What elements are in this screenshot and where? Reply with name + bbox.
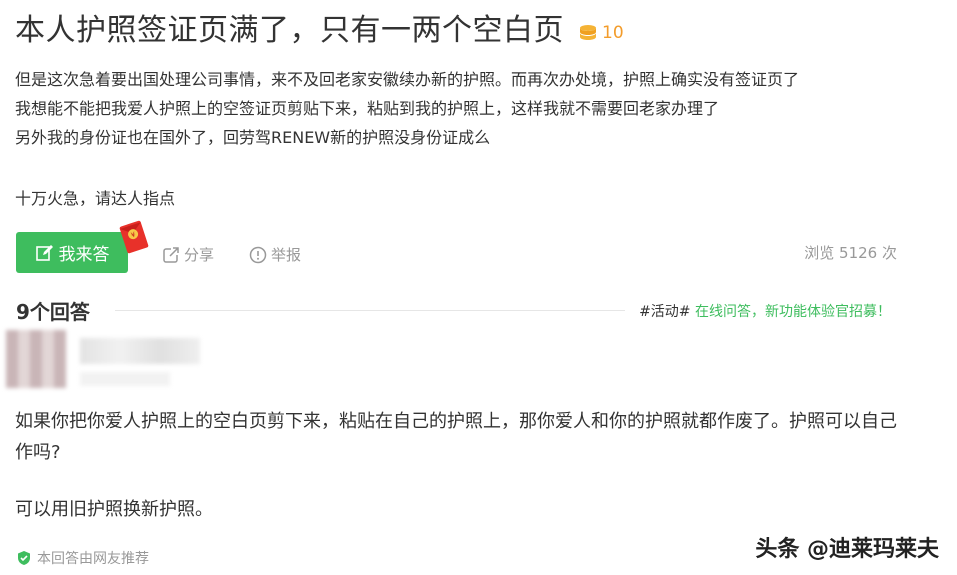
red-packet-icon[interactable]: ¥ bbox=[118, 220, 150, 254]
divider bbox=[115, 310, 625, 311]
coin-icon bbox=[580, 25, 596, 40]
answer-count: 9个回答 bbox=[16, 300, 90, 324]
activity-tag: #活动# bbox=[639, 304, 691, 320]
blurred-username bbox=[80, 338, 200, 364]
shield-check-icon bbox=[18, 551, 30, 565]
answer-paragraph: 如果你把你爱人护照上的空白页剪下来，粘贴在自己的护照上，那你爱人和你的护照就都作… bbox=[15, 411, 897, 463]
view-count: 浏览 5126 次 bbox=[804, 244, 897, 262]
question-body: 但是这次急着要出国处理公司事情，来不及回老家安徽续办新的护照。而再次办处境，护照… bbox=[15, 65, 799, 152]
avatar[interactable] bbox=[6, 330, 66, 388]
share-button[interactable]: 分享 bbox=[162, 244, 214, 265]
activity-text: 在线问答，新功能体验官招募！ bbox=[690, 304, 891, 320]
question-extra: 十万火急，请达人指点 bbox=[15, 189, 176, 208]
warning-icon bbox=[249, 246, 267, 263]
reward-badge: 10 bbox=[578, 23, 624, 43]
edit-icon bbox=[35, 244, 53, 261]
question-line: 另外我的身份证也在国外了，回劳驾RENEW新的护照没身份证成么 bbox=[15, 128, 491, 147]
reward-value: 10 bbox=[602, 23, 624, 43]
activity-link[interactable]: #活动# 在线问答，新功能体验官招募！ bbox=[639, 301, 891, 321]
share-label: 分享 bbox=[184, 246, 215, 264]
recommend-label: 本回答由网友推荐 bbox=[37, 551, 149, 567]
blurred-user-meta bbox=[80, 372, 170, 386]
answer-button[interactable]: 我来答 bbox=[16, 232, 128, 273]
question-line: 但是这次急着要出国处理公司事情，来不及回老家安徽续办新的护照。而再次办处境，护照… bbox=[15, 70, 800, 89]
question-header: 本人护照签证页满了，只有一两个空白页 10 bbox=[15, 12, 624, 50]
report-label: 举报 bbox=[271, 246, 302, 264]
watermark: 头条 @迪莱玛莱夫 bbox=[755, 537, 939, 562]
answer-paragraph: 可以用旧护照换新护照。 bbox=[15, 499, 213, 520]
answer-button-label: 我来答 bbox=[58, 245, 110, 265]
question-line: 我想能不能把我爱人护照上的空签证页剪贴下来，粘贴到我的护照上，这样我就不需要回老… bbox=[15, 99, 720, 118]
recommend-note: 本回答由网友推荐 bbox=[16, 548, 149, 568]
question-title: 本人护照签证页满了，只有一两个空白页 bbox=[15, 13, 564, 48]
report-button[interactable]: 举报 bbox=[249, 244, 301, 265]
share-icon bbox=[163, 246, 179, 263]
